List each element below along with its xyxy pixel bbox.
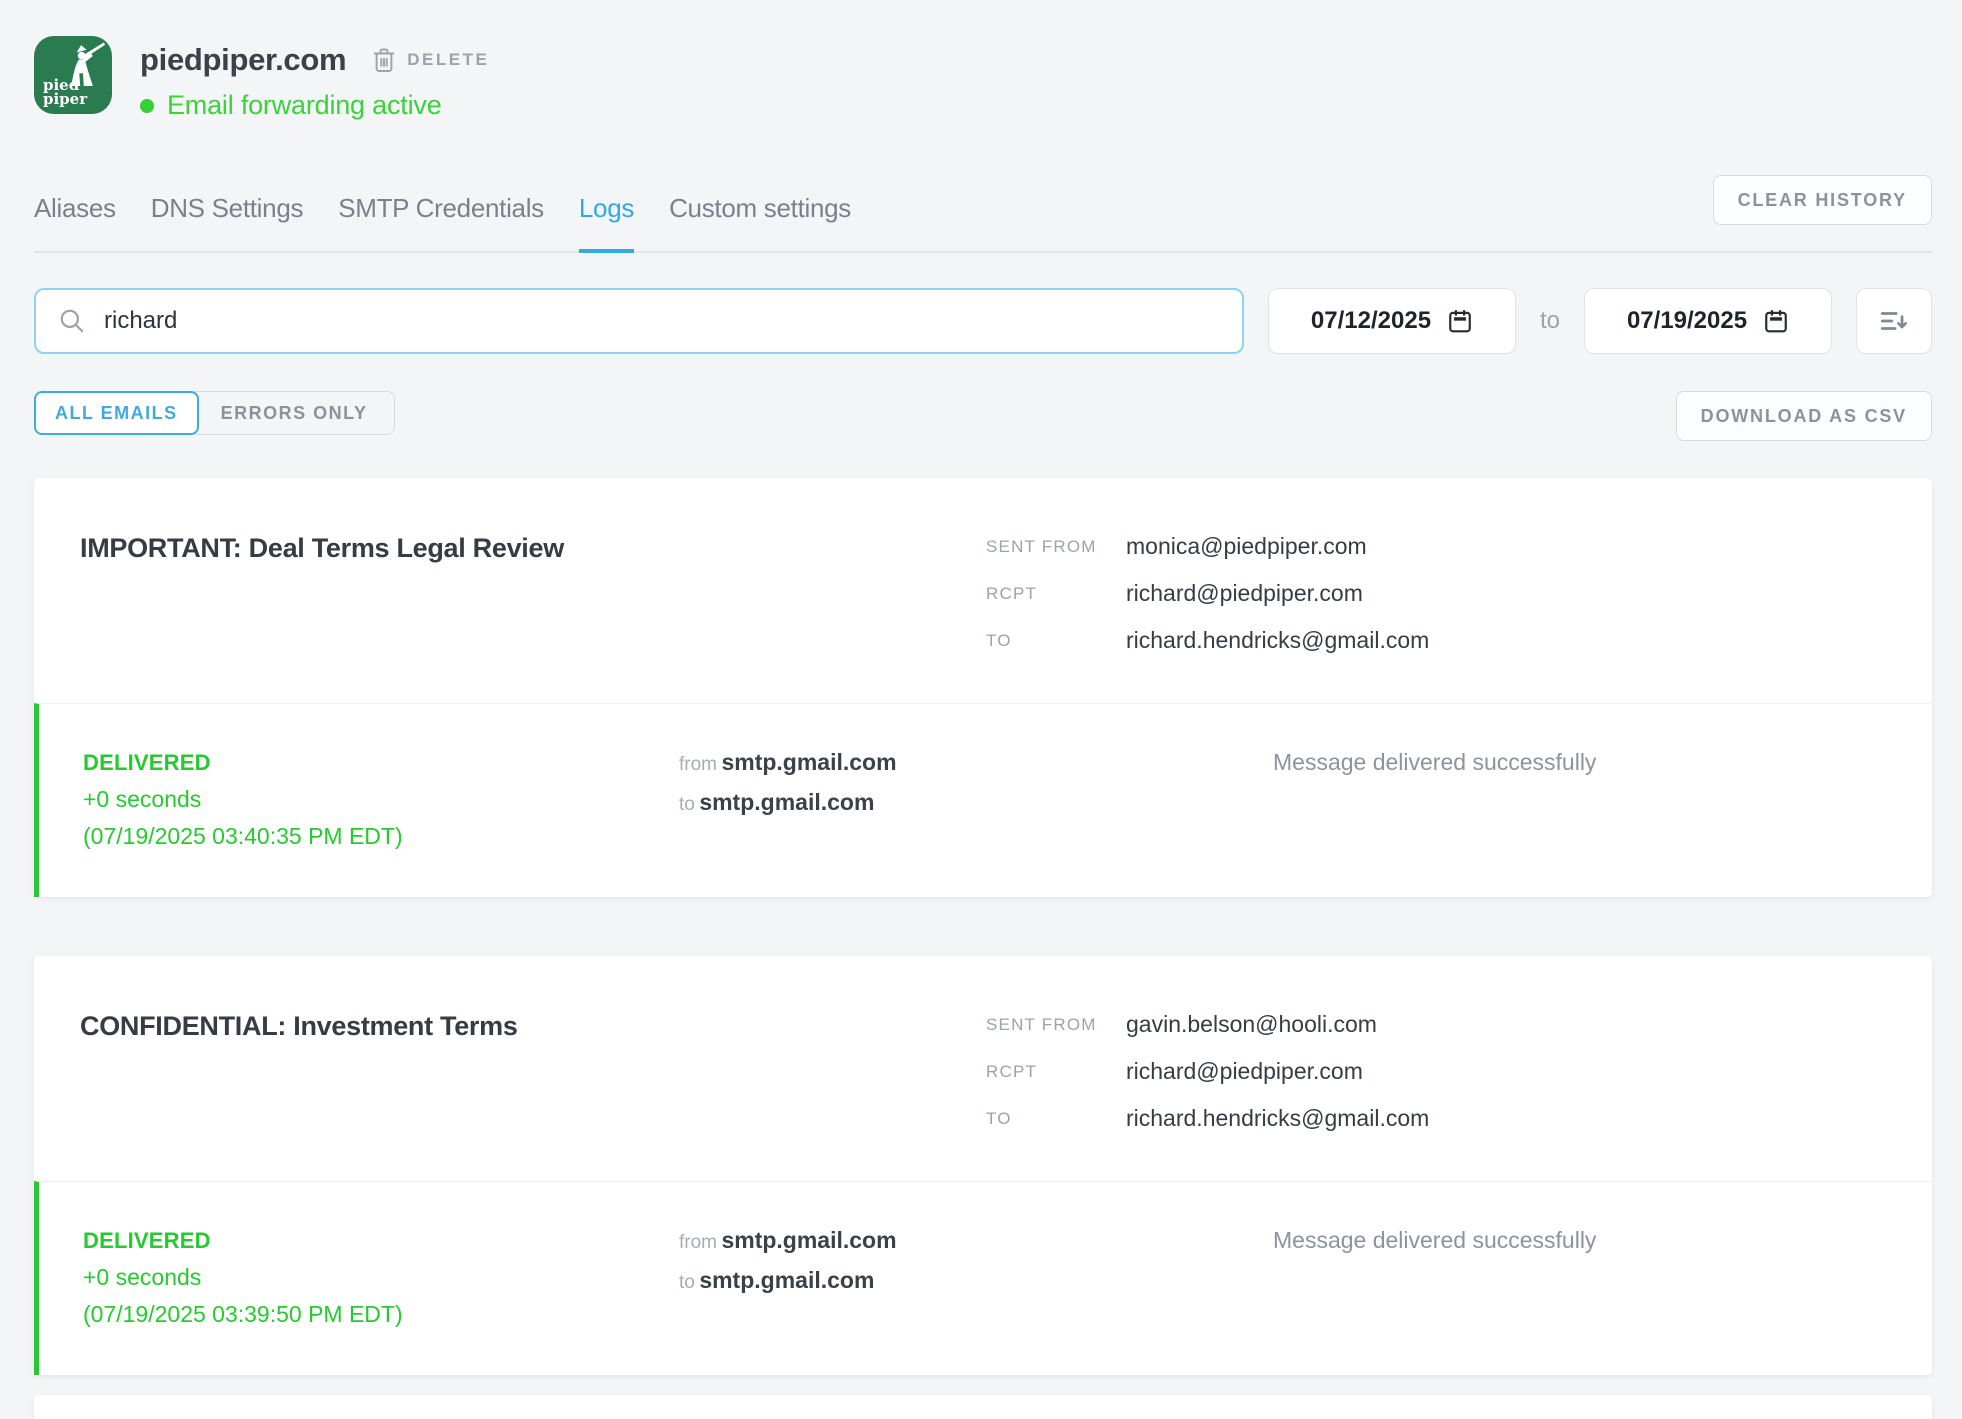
- rcpt-address: richard@piedpiper.com: [1126, 577, 1363, 610]
- delivery-route: from smtp.gmail.com to smtp.gmail.com: [679, 744, 1273, 855]
- log-entry-card: IMPORTANT: Deal Terms Legal Review SENT …: [34, 478, 1932, 897]
- search-input[interactable]: [104, 307, 1220, 335]
- email-meta: SENT FROM monica@piedpiper.com RCPT rich…: [986, 530, 1886, 703]
- delivery-message: Message delivered successfully: [1273, 1222, 1886, 1333]
- date-from-value: 07/12/2025: [1311, 307, 1431, 335]
- email-meta: SENT FROM gavin.belson@hooli.com RCPT ri…: [986, 1008, 1886, 1181]
- clear-history-button[interactable]: CLEAR HISTORY: [1713, 175, 1932, 225]
- delivery-details: DELIVERED +0 seconds (07/19/2025 03:40:3…: [34, 703, 1932, 897]
- delete-label: DELETE: [407, 50, 489, 70]
- log-filter-row: 07/12/2025 to 07/19/2025: [34, 288, 1932, 354]
- log-entry-summary: CONFIDENTIAL: Investment Terms SENT FROM…: [34, 956, 1932, 1181]
- view-options-row: ALL EMAILS ERRORS ONLY DOWNLOAD AS CSV: [34, 391, 1932, 441]
- delivery-elapsed: +0 seconds: [83, 1259, 679, 1296]
- route-from-host: smtp.gmail.com: [721, 1227, 896, 1253]
- logo-wordmark: pied piper: [43, 78, 87, 106]
- delete-domain-button[interactable]: DELETE: [372, 47, 489, 73]
- search-icon: [58, 307, 86, 335]
- delivery-timestamp: (07/19/2025 03:39:50 PM EDT): [83, 1296, 679, 1333]
- sent-from-address: monica@piedpiper.com: [1126, 530, 1367, 563]
- tab-aliases[interactable]: Aliases: [34, 193, 116, 251]
- delivery-details: DELIVERED +0 seconds (07/19/2025 03:39:5…: [34, 1181, 1932, 1375]
- delivery-elapsed: +0 seconds: [83, 781, 679, 818]
- delivery-message: Message delivered successfully: [1273, 744, 1886, 855]
- log-entry-summary: IMPORTANT: Deal Terms Legal Review SENT …: [34, 478, 1932, 703]
- status-text: Email forwarding active: [167, 90, 442, 121]
- delivery-state: DELIVERED: [83, 1222, 679, 1259]
- meta-label: SENT FROM: [986, 530, 1126, 563]
- filter-all-emails-button[interactable]: ALL EMAILS: [34, 391, 199, 435]
- tab-bar: Aliases DNS Settings SMTP Credentials Lo…: [34, 163, 1932, 253]
- next-log-card-partial: [34, 1395, 1932, 1419]
- date-to-input[interactable]: 07/19/2025: [1584, 288, 1832, 354]
- tab-dns-settings[interactable]: DNS Settings: [151, 193, 303, 251]
- email-subject: CONFIDENTIAL: Investment Terms: [80, 1008, 986, 1181]
- meta-label: TO: [986, 1102, 1126, 1135]
- domain-header: pied piper piedpiper.com DELETE: [34, 36, 1932, 121]
- tab-smtp-credentials[interactable]: SMTP Credentials: [338, 193, 544, 251]
- search-box[interactable]: [34, 288, 1244, 354]
- filter-errors-only-button[interactable]: ERRORS ONLY: [195, 391, 395, 435]
- delivery-timestamp: (07/19/2025 03:40:35 PM EDT): [83, 818, 679, 855]
- sort-descending-icon: [1879, 308, 1909, 334]
- download-csv-button[interactable]: DOWNLOAD AS CSV: [1676, 391, 1932, 441]
- route-to-host: smtp.gmail.com: [699, 1267, 874, 1293]
- date-to-value: 07/19/2025: [1627, 307, 1747, 335]
- route-from-label: from: [679, 754, 717, 775]
- delivery-status: DELIVERED +0 seconds (07/19/2025 03:40:3…: [83, 744, 679, 855]
- meta-label: RCPT: [986, 577, 1126, 610]
- tab-custom-settings[interactable]: Custom settings: [669, 193, 851, 251]
- calendar-icon[interactable]: [1447, 308, 1473, 334]
- meta-label: SENT FROM: [986, 1008, 1126, 1041]
- sent-from-address: gavin.belson@hooli.com: [1126, 1008, 1377, 1041]
- date-from-input[interactable]: 07/12/2025: [1268, 288, 1516, 354]
- route-from-label: from: [679, 1232, 717, 1253]
- log-entry-card: CONFIDENTIAL: Investment Terms SENT FROM…: [34, 956, 1932, 1375]
- route-from-host: smtp.gmail.com: [721, 749, 896, 775]
- route-to-label: to: [679, 794, 695, 815]
- email-filter-segmented: ALL EMAILS ERRORS ONLY: [34, 391, 395, 435]
- pied-piper-logo: pied piper: [34, 36, 112, 114]
- page-title: piedpiper.com: [140, 42, 346, 78]
- sort-button[interactable]: [1856, 288, 1932, 354]
- status-dot-icon: [140, 99, 154, 113]
- meta-label: RCPT: [986, 1055, 1126, 1088]
- meta-label: TO: [986, 624, 1126, 657]
- date-range-separator: to: [1540, 307, 1560, 335]
- delivery-state: DELIVERED: [83, 744, 679, 781]
- delivery-status: DELIVERED +0 seconds (07/19/2025 03:39:5…: [83, 1222, 679, 1333]
- email-subject: IMPORTANT: Deal Terms Legal Review: [80, 530, 986, 703]
- forwarding-status: Email forwarding active: [140, 90, 489, 121]
- rcpt-address: richard@piedpiper.com: [1126, 1055, 1363, 1088]
- tab-logs[interactable]: Logs: [579, 193, 634, 253]
- trash-icon: [372, 47, 396, 73]
- route-to-label: to: [679, 1272, 695, 1293]
- logs-page: pied piper piedpiper.com DELETE: [0, 0, 1962, 1406]
- route-to-host: smtp.gmail.com: [699, 789, 874, 815]
- header-info: piedpiper.com DELETE Email forwar: [140, 36, 489, 121]
- to-address: richard.hendricks@gmail.com: [1126, 1102, 1429, 1135]
- calendar-icon[interactable]: [1763, 308, 1789, 334]
- to-address: richard.hendricks@gmail.com: [1126, 624, 1429, 657]
- delivery-route: from smtp.gmail.com to smtp.gmail.com: [679, 1222, 1273, 1333]
